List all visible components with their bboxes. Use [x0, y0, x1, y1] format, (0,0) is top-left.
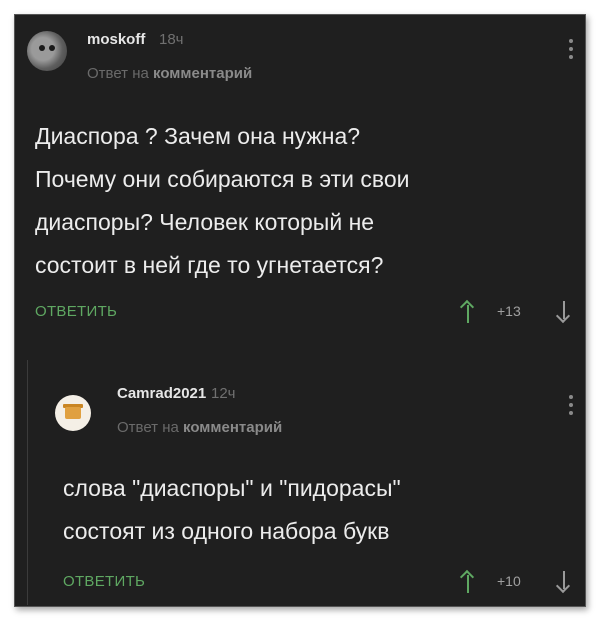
reply-to-meta: Ответ на комментарий [87, 65, 252, 82]
reply-target-link[interactable]: комментарий [153, 65, 252, 82]
downvote-arrow-icon[interactable] [557, 301, 571, 323]
vote-controls: +13 [461, 301, 571, 327]
comment-thread-screenshot: moskoff 18ч Ответ на комментарий Диаспор… [14, 14, 586, 607]
menu-dots-icon[interactable] [569, 39, 573, 63]
reply-prefix: Ответ на [117, 419, 179, 436]
avatar[interactable] [27, 31, 67, 71]
comment-text: Диаспора ? Зачем она нужна? Почему они с… [35, 123, 410, 278]
comment-time: 18ч [159, 31, 184, 48]
thread-line [27, 360, 28, 605]
avatar-eye [39, 45, 45, 51]
reply-button[interactable]: ОТВЕТИТЬ [63, 573, 145, 590]
reply-to-meta: Ответ на комментарий [117, 419, 282, 436]
menu-dots-icon[interactable] [569, 395, 573, 419]
reply-target-link[interactable]: комментарий [183, 419, 282, 436]
comment-time: 12ч [211, 385, 236, 402]
upvote-arrow-icon[interactable] [461, 571, 475, 593]
comment-score: +10 [497, 573, 521, 589]
comment-username[interactable]: Camrad2021 [117, 385, 206, 402]
avatar-eye [49, 45, 55, 51]
comment-score: +13 [497, 303, 521, 319]
reply-prefix: Ответ на [87, 65, 149, 82]
reply-button[interactable]: ОТВЕТИТЬ [35, 303, 117, 320]
avatar[interactable] [55, 395, 91, 431]
upvote-arrow-icon[interactable] [461, 301, 475, 323]
avatar-box [65, 407, 81, 419]
vote-controls: +10 [461, 571, 571, 597]
downvote-arrow-icon[interactable] [557, 571, 571, 593]
comment-text: слова "диаспоры" и "пидорасы" состоят из… [63, 475, 401, 544]
comment-username[interactable]: moskoff [87, 31, 145, 48]
